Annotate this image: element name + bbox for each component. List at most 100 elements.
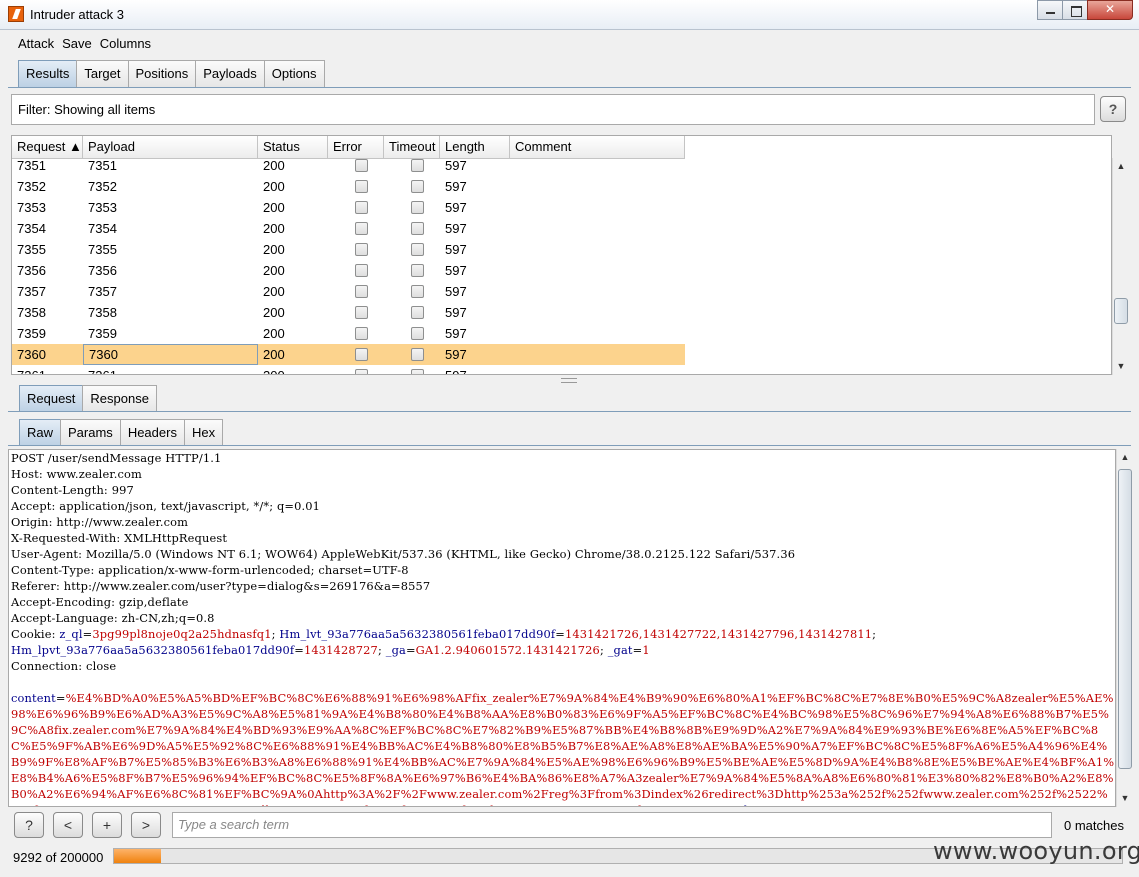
filter-help-button[interactable]: ?: [1100, 96, 1126, 122]
error-checkbox[interactable]: [355, 159, 368, 172]
timeout-checkbox[interactable]: [411, 180, 424, 193]
table-row[interactable]: 7354 7354 200 597: [12, 218, 685, 239]
cell-length: 597: [445, 284, 467, 299]
search-options-button[interactable]: +: [92, 812, 122, 838]
table-row[interactable]: 7352 7352 200 597: [12, 176, 685, 197]
header-x-requested-with: X-Requested-With: XMLHttpRequest: [11, 531, 228, 545]
table-row[interactable]: 7359 7359 200 597: [12, 323, 685, 344]
header-origin: Origin: http://www.zealer.com: [11, 515, 189, 529]
header-connection: Connection: close: [11, 659, 117, 673]
cell-status: 200: [263, 347, 285, 362]
timeout-checkbox[interactable]: [411, 285, 424, 298]
scroll-up-icon[interactable]: ▲: [1117, 449, 1133, 466]
error-checkbox[interactable]: [355, 243, 368, 256]
error-checkbox[interactable]: [355, 264, 368, 277]
tab-target[interactable]: Target: [76, 60, 129, 87]
menu-save[interactable]: Save: [62, 36, 92, 51]
table-row[interactable]: 7356 7356 200 597: [12, 260, 685, 281]
watermark: www.wooyun.org: [933, 837, 1139, 865]
timeout-checkbox[interactable]: [411, 201, 424, 214]
col-payload[interactable]: Payload: [83, 136, 258, 159]
table-row[interactable]: 7360 7360 200 597: [12, 344, 685, 365]
cell-payload: 7359: [88, 326, 117, 341]
table-row[interactable]: 7358 7358 200 597: [12, 302, 685, 323]
col-timeout[interactable]: Timeout: [384, 136, 440, 159]
view-tabs: Raw Params Headers Hex: [19, 419, 224, 446]
results-scrollbar[interactable]: ▲ ▼: [1112, 158, 1129, 375]
maximize-icon[interactable]: [1062, 0, 1088, 20]
header-accept-encoding: Accept-Encoding: gzip,deflate: [11, 595, 189, 609]
scroll-thumb[interactable]: [1114, 298, 1128, 324]
table-row[interactable]: 73617361200597: [12, 365, 685, 374]
tab-headers[interactable]: Headers: [119, 419, 185, 446]
request-line: POST /user/sendMessage HTTP/1.1: [11, 451, 222, 465]
pane-splitter[interactable]: [8, 378, 1131, 383]
timeout-checkbox[interactable]: [411, 348, 424, 361]
col-status[interactable]: Status: [258, 136, 328, 159]
col-request[interactable]: Request ▲: [12, 136, 83, 159]
header-accept-language: Accept-Language: zh-CN,zh;q=0.8: [11, 611, 215, 625]
cell-request: 7353: [17, 200, 46, 215]
search-input[interactable]: Type a search term: [172, 812, 1052, 838]
col-error[interactable]: Error: [328, 136, 384, 159]
timeout-checkbox[interactable]: [411, 243, 424, 256]
cell-status: 200: [263, 284, 285, 299]
scroll-up-icon[interactable]: ▲: [1113, 158, 1129, 175]
tab-response[interactable]: Response: [82, 385, 157, 412]
body-value: 7360: [757, 803, 787, 806]
error-checkbox[interactable]: [355, 348, 368, 361]
col-length[interactable]: Length: [440, 136, 510, 159]
scroll-thumb[interactable]: [1118, 469, 1132, 769]
cell-payload: 7355: [88, 242, 117, 257]
filter-bar[interactable]: Filter: Showing all items: [11, 94, 1095, 125]
error-checkbox[interactable]: [355, 327, 368, 340]
tab-divider: [8, 87, 1131, 88]
error-checkbox[interactable]: [355, 306, 368, 319]
timeout-checkbox[interactable]: [411, 327, 424, 340]
menu-attack[interactable]: Attack: [18, 36, 54, 51]
tab-request[interactable]: Request: [19, 385, 84, 412]
table-row[interactable]: 7355 7355 200 597: [12, 239, 685, 260]
search-help-button[interactable]: ?: [14, 812, 44, 838]
tab-raw[interactable]: Raw: [19, 419, 62, 446]
table-header: Request ▲ Payload Status Error Timeout L…: [12, 136, 685, 159]
error-checkbox[interactable]: [355, 201, 368, 214]
raw-request-editor[interactable]: POST /user/sendMessage HTTP/1.1 Host: ww…: [8, 449, 1116, 807]
scroll-down-icon[interactable]: ▼: [1113, 358, 1129, 375]
tab-positions[interactable]: Positions: [127, 60, 197, 87]
search-next-button[interactable]: >: [131, 812, 161, 838]
error-checkbox[interactable]: [355, 222, 368, 235]
table-row[interactable]: 7353 7353 200 597: [12, 197, 685, 218]
cell-payload: 7361: [83, 365, 258, 374]
cookie-label: Cookie:: [11, 627, 60, 641]
tab-results[interactable]: Results: [18, 60, 78, 87]
timeout-checkbox[interactable]: [411, 306, 424, 319]
table-row[interactable]: 7357 7357 200 597: [12, 281, 685, 302]
editor-scrollbar[interactable]: ▲ ▼: [1116, 449, 1133, 807]
error-checkbox[interactable]: [355, 285, 368, 298]
cell-length: 597: [445, 347, 467, 362]
tab-payloads[interactable]: Payloads: [195, 60, 265, 87]
cell-request: 7357: [17, 284, 46, 299]
timeout-checkbox[interactable]: [411, 222, 424, 235]
tab-options[interactable]: Options: [263, 60, 325, 87]
cell-status: 200: [263, 179, 285, 194]
cell-length: 597: [445, 179, 467, 194]
tab-params[interactable]: Params: [60, 419, 121, 446]
timeout-checkbox[interactable]: [411, 159, 424, 172]
tab-hex[interactable]: Hex: [183, 419, 224, 446]
menu-columns[interactable]: Columns: [100, 36, 151, 51]
view-tab-divider: [8, 445, 1131, 446]
cell-request: 7358: [17, 305, 46, 320]
error-checkbox[interactable]: [355, 369, 368, 374]
cell-payload: 7354: [88, 221, 117, 236]
timeout-checkbox[interactable]: [411, 264, 424, 277]
minimize-icon[interactable]: [1037, 0, 1063, 20]
search-prev-button[interactable]: <: [53, 812, 83, 838]
scroll-down-icon[interactable]: ▼: [1117, 790, 1133, 807]
timeout-checkbox[interactable]: [411, 369, 424, 374]
col-comment[interactable]: Comment: [510, 136, 685, 159]
error-checkbox[interactable]: [355, 180, 368, 193]
close-icon[interactable]: [1087, 0, 1133, 20]
burp-logo-icon: [8, 6, 24, 22]
